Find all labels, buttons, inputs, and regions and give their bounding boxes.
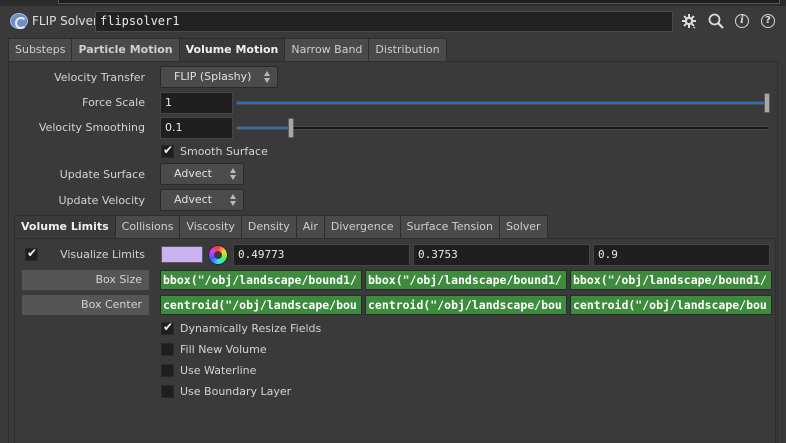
force-scale-field[interactable]: 1	[160, 92, 233, 114]
gear-icon[interactable]	[680, 12, 698, 30]
limits-color-g-field[interactable]: 0.3753	[413, 244, 590, 266]
velocity-transfer-value: FLIP (Splashy)	[174, 70, 252, 83]
info-icon[interactable]: i	[735, 14, 749, 28]
update-velocity-value: Advect	[174, 193, 212, 206]
top-path-field[interactable]	[58, 0, 780, 4]
tab-solver[interactable]: Solver	[499, 215, 548, 238]
limits-color-swatch[interactable]	[161, 246, 203, 263]
node-type-label: FLIP Solver	[32, 14, 98, 28]
use-waterline-label: Use Waterline	[180, 364, 257, 377]
tab-substeps[interactable]: Substeps	[8, 38, 73, 61]
fill-new-volume-label: Fill New Volume	[180, 343, 267, 356]
help-icon[interactable]: ?	[761, 14, 775, 28]
force-scale-label: Force Scale	[82, 96, 145, 109]
velocity-transfer-dropdown[interactable]: FLIP (Splashy)	[160, 66, 278, 88]
dynamically-resize-fields-label: Dynamically Resize Fields	[180, 322, 322, 335]
box-size-y-expression[interactable]: bbox("/obj/landscape/bound1/	[365, 270, 567, 290]
velocity-transfer-label: Velocity Transfer	[54, 71, 145, 84]
tab-viscosity[interactable]: Viscosity	[179, 215, 242, 238]
tab-density[interactable]: Density	[240, 215, 297, 238]
update-surface-value: Advect	[174, 167, 212, 180]
dropdown-arrows-icon	[264, 70, 271, 84]
visualize-limits-label: Visualize Limits	[60, 248, 145, 261]
box-center-x-expression[interactable]: centroid("/obj/landscape/bou	[160, 295, 362, 315]
fluid-solver-icon	[10, 13, 28, 29]
velocity-smoothing-slider[interactable]	[236, 126, 769, 130]
visualize-limits-checkbox[interactable]	[25, 246, 38, 261]
force-scale-slider[interactable]	[236, 101, 769, 105]
color-wheel-icon[interactable]	[208, 245, 228, 265]
velocity-smoothing-slider-handle[interactable]	[288, 118, 294, 138]
tab-surface-tension[interactable]: Surface Tension	[399, 215, 501, 238]
dynamically-resize-fields-checkbox[interactable]	[161, 320, 174, 335]
fill-new-volume-checkbox[interactable]	[161, 343, 174, 356]
dropdown-arrows-icon	[230, 167, 237, 181]
search-icon[interactable]	[707, 12, 725, 30]
use-boundary-layer-checkbox[interactable]	[161, 385, 174, 398]
velocity-smoothing-slider-fill	[237, 127, 291, 129]
limits-color-r-field[interactable]: 0.49773	[233, 244, 410, 266]
dropdown-arrows-icon	[230, 193, 237, 207]
update-surface-label: Update Surface	[59, 168, 145, 181]
limits-color-b-field[interactable]: 0.9	[593, 244, 770, 266]
tab-divergence[interactable]: Divergence	[323, 215, 401, 238]
tab-narrow-band[interactable]: Narrow Band	[284, 38, 370, 61]
velocity-smoothing-label: Velocity Smoothing	[38, 121, 145, 134]
update-velocity-dropdown[interactable]: Advect	[160, 189, 244, 211]
tab-volume-motion[interactable]: Volume Motion	[178, 38, 286, 61]
box-center-z-expression[interactable]: centroid("/obj/landscape/bou	[570, 295, 772, 315]
force-scale-slider-handle[interactable]	[764, 93, 770, 113]
sub-tab-bar: Volume Limits Collisions Viscosity Densi…	[14, 215, 548, 238]
box-center-label[interactable]: Box Center	[22, 295, 149, 315]
node-name-field[interactable]: flipsolver1	[95, 11, 673, 32]
use-waterline-checkbox[interactable]	[161, 364, 174, 377]
smooth-surface-checkbox[interactable]	[161, 143, 174, 158]
smooth-surface-label: Smooth Surface	[180, 145, 268, 158]
tab-air[interactable]: Air	[295, 215, 325, 238]
box-size-z-expression[interactable]: bbox("/obj/landscape/bound1/	[570, 270, 772, 290]
volume-limits-panel	[14, 238, 776, 443]
box-center-y-expression[interactable]: centroid("/obj/landscape/bou	[365, 295, 567, 315]
update-surface-dropdown[interactable]: Advect	[160, 163, 244, 185]
tab-particle-motion[interactable]: Particle Motion	[71, 38, 180, 61]
tab-distribution[interactable]: Distribution	[368, 38, 447, 61]
tab-collisions[interactable]: Collisions	[114, 215, 181, 238]
box-size-x-expression[interactable]: bbox("/obj/landscape/bound1/	[160, 270, 362, 290]
use-boundary-layer-label: Use Boundary Layer	[180, 385, 292, 398]
main-tab-bar: Substeps Particle Motion Volume Motion N…	[8, 38, 447, 61]
velocity-smoothing-field[interactable]: 0.1	[160, 117, 233, 139]
update-velocity-label: Update Velocity	[58, 194, 146, 207]
tab-volume-limits[interactable]: Volume Limits	[14, 215, 116, 238]
box-size-label[interactable]: Box Size	[22, 270, 149, 290]
force-scale-slider-fill	[237, 102, 768, 104]
